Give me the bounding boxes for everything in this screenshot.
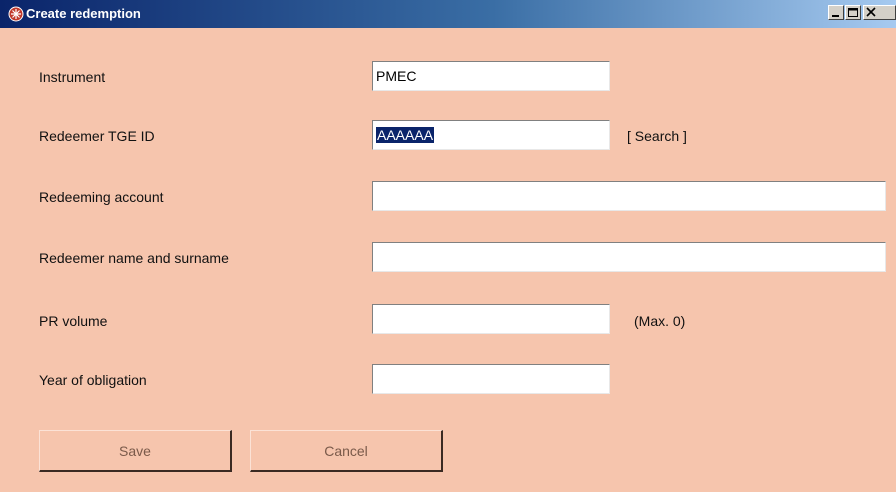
pr-volume-field[interactable]	[372, 304, 610, 334]
name-label: Redeemer name and surname	[39, 250, 229, 266]
minimize-icon	[832, 15, 839, 17]
year-field[interactable]	[372, 364, 610, 394]
cancel-button[interactable]: Cancel	[250, 430, 443, 472]
minimize-button[interactable]	[828, 5, 844, 20]
title-bar[interactable]: Create redemption	[0, 0, 896, 28]
maximize-icon	[848, 8, 858, 17]
account-field[interactable]	[372, 181, 886, 211]
search-link[interactable]: [ Search ]	[627, 128, 687, 144]
year-label: Year of obligation	[39, 372, 147, 388]
instrument-value: PMEC	[376, 68, 417, 84]
pr-volume-label: PR volume	[39, 313, 108, 329]
tge-id-field[interactable]: AAAAAA	[372, 120, 610, 150]
tge-id-label: Redeemer TGE ID	[39, 128, 155, 144]
close-button[interactable]	[863, 5, 896, 20]
tge-id-value: AAAAAA	[376, 127, 435, 143]
save-button[interactable]: Save	[39, 430, 232, 472]
close-icon	[866, 7, 876, 17]
app-icon	[8, 6, 24, 22]
instrument-label: Instrument	[39, 69, 106, 85]
account-label: Redeeming account	[39, 189, 164, 205]
name-field[interactable]	[372, 242, 886, 272]
maximize-button[interactable]	[845, 5, 861, 20]
max-hint: (Max. 0)	[634, 313, 686, 329]
instrument-field[interactable]: PMEC	[372, 61, 610, 91]
window-title: Create redemption	[26, 6, 141, 21]
